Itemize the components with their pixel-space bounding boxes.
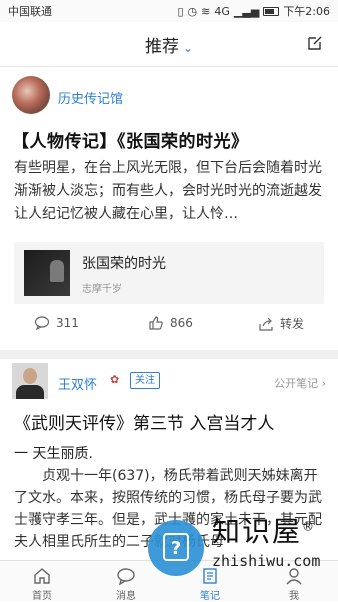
avatar[interactable] [12, 363, 48, 399]
share-button[interactable]: 转发 [258, 315, 304, 332]
status-bar: 中国联通 ▯ ◷ ≋ 4G ▁▃▅ 下午2:06 [0, 0, 338, 22]
section-heading: 一 天生丽质. [14, 446, 93, 462]
share-icon [259, 317, 273, 331]
carrier-label: 中国联通 [8, 5, 52, 18]
like-button[interactable]: 866 [148, 315, 193, 331]
tab-label: 笔记 [200, 591, 220, 602]
visibility-label[interactable]: 公开笔记 › [274, 375, 326, 391]
post-title[interactable]: 【人物传记】《张国荣的时光》 [12, 127, 249, 152]
avatar-head [23, 368, 37, 384]
app-header: 推荐 ⌄ [0, 22, 338, 67]
author-name[interactable]: 历史传记馆 [58, 88, 123, 107]
watermark-text: 知识屋® [212, 510, 316, 550]
tab-label: 消息 [116, 591, 136, 602]
follow-button[interactable]: 关注 [130, 372, 160, 389]
chevron-down-icon: ⌄ [182, 40, 194, 55]
signal-icon: ▁▃▅ [233, 4, 260, 18]
avatar[interactable] [12, 76, 50, 114]
avatar-body [16, 385, 44, 399]
author-name[interactable]: 王双怀 [58, 374, 97, 393]
watermark-registered: ® [302, 519, 317, 534]
battery-icon [263, 6, 280, 16]
edit-icon[interactable] [306, 34, 324, 52]
watermark-url: zhishiwu.com [212, 552, 321, 570]
flower-badge-icon: ✿ [110, 373, 120, 386]
feed-post[interactable]: 历史传记馆 【人物传记】《张国荣的时光》 有些明星，在台上风光无限，但下台后会随… [0, 67, 338, 350]
share-label: 转发 [280, 317, 305, 331]
comment-button[interactable]: 311 [34, 315, 79, 331]
article-source: 志摩千岁 [82, 284, 122, 295]
like-count: 866 [170, 316, 193, 330]
feed-selector[interactable]: 推荐 ⌄ [145, 32, 193, 57]
linked-article-card[interactable]: 张国荣的时光 志摩千岁 [14, 242, 324, 304]
question-mark-icon: ? [163, 533, 189, 561]
vibrate-icon: ▯ [177, 4, 184, 18]
signal-label: 4G [214, 4, 230, 18]
thumbs-up-icon [149, 316, 163, 330]
tab-label: 我 [289, 591, 299, 602]
article-thumbnail [24, 250, 70, 296]
home-icon [34, 568, 50, 584]
comment-icon [34, 316, 50, 331]
time-label: 下午2:06 [283, 5, 330, 18]
tab-label: 首页 [32, 591, 52, 602]
alarm-icon: ◷ [187, 4, 198, 18]
tab-messages[interactable]: 消息 [96, 561, 156, 602]
article-title: 张国荣的时光 [82, 256, 166, 272]
watermark-brand: 知识屋 [212, 515, 303, 548]
post-excerpt[interactable]: 有些明星，在台上风光无限，但下台后会随着时光渐渐被人淡忘；而有些人，会时光时光的… [14, 157, 326, 226]
status-icons: ▯ ◷ ≋ 4G ▁▃▅ 下午2:06 [177, 3, 330, 19]
chevron-right-icon: › [321, 377, 326, 390]
post-divider [0, 350, 338, 359]
page-title: 推荐 [144, 36, 179, 57]
tab-home[interactable]: 首页 [12, 561, 72, 602]
comment-count: 311 [56, 316, 79, 330]
message-icon [117, 568, 135, 586]
post-title[interactable]: 《武则天评传》第三节 入宫当才人 [14, 409, 274, 434]
visibility-text: 公开笔记 [274, 377, 319, 390]
post-actions: 311 866 转发 [0, 315, 338, 339]
wifi-icon: ≋ [201, 4, 211, 18]
